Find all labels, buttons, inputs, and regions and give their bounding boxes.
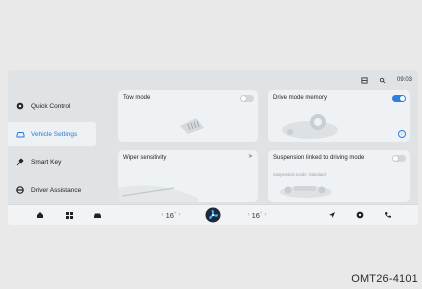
quick-control-icon (15, 101, 25, 111)
info-icon[interactable]: i (398, 130, 406, 138)
network-icon (361, 76, 369, 84)
car-icon (15, 129, 25, 139)
drive-mode-memory-card[interactable]: Drive mode memory i (268, 90, 410, 142)
drive-mode-memory-title: Drive mode memory (273, 95, 328, 101)
suspension-card[interactable]: Suspension linked to driving mode Suspen… (268, 150, 410, 202)
tow-hitch-illustration (180, 118, 204, 134)
degree-symbol: ° (173, 212, 177, 218)
home-icon[interactable] (33, 208, 47, 222)
navigation-arrow-icon[interactable] (325, 208, 339, 222)
right-temperature-value: 16 (251, 210, 260, 220)
tow-mode-toggle[interactable] (240, 95, 254, 102)
sidebar-item-driver-assistance[interactable]: Driver Assistance (8, 178, 96, 202)
wiper-sensitivity-title: Wiper sensitivity (123, 155, 167, 161)
bluetooth-icon (379, 76, 387, 84)
tow-mode-title: Tow mode (123, 95, 151, 101)
key-icon (15, 157, 25, 167)
windshield-wiper-illustration (118, 185, 198, 202)
chevron-right-icon: > (248, 154, 252, 160)
temp-decrease-button[interactable]: ‹ (162, 212, 164, 218)
wiper-sensitivity-card[interactable]: Wiper sensitivity > (118, 150, 258, 202)
infotainment-screen: 09:03 Quick Control Vehicle Settings Sma… (8, 70, 418, 225)
suspension-mode-subtitle: Suspension mode: Standard (273, 172, 326, 177)
left-temperature-control[interactable]: ‹ 16 ° › (148, 208, 194, 222)
right-temperature-control[interactable]: ‹ 16 ° › (234, 208, 280, 222)
degree-symbol: ° (259, 212, 263, 218)
sidebar: Quick Control Vehicle Settings Smart Key… (8, 92, 98, 194)
sidebar-item-quick-control[interactable]: Quick Control (8, 94, 96, 118)
sidebar-item-label: Driver Assistance (31, 186, 82, 194)
steering-wheel-icon (15, 185, 25, 195)
tow-mode-card[interactable]: Tow mode (118, 90, 258, 142)
temp-increase-button[interactable]: › (178, 212, 180, 218)
sidebar-item-label: Quick Control (31, 102, 71, 110)
figure-caption: OMT26-4101 (351, 273, 418, 285)
temp-increase-button[interactable]: › (264, 212, 266, 218)
sidebar-item-smart-key[interactable]: Smart Key (8, 150, 96, 174)
status-bar: 09:03 (361, 75, 412, 85)
suspension-toggle[interactable] (392, 155, 406, 162)
fan-icon[interactable] (204, 207, 222, 223)
media-icon[interactable] (353, 208, 367, 222)
left-temperature-value: 16 (165, 210, 174, 220)
clock: 09:03 (396, 77, 412, 83)
suspension-title: Suspension linked to driving mode (273, 155, 365, 161)
phone-icon[interactable] (381, 208, 395, 222)
suspension-illustration (280, 186, 332, 198)
car-icon[interactable] (90, 208, 104, 222)
sidebar-item-label: Vehicle Settings (31, 130, 78, 138)
sidebar-item-label: Smart Key (31, 158, 62, 166)
temp-decrease-button[interactable]: ‹ (248, 212, 250, 218)
drive-mode-memory-toggle[interactable] (392, 95, 406, 102)
apps-grid-icon[interactable] (62, 208, 76, 222)
sidebar-item-vehicle-settings[interactable]: Vehicle Settings (8, 122, 96, 146)
bottom-bar: ‹ 16 ° › ‹ 16 ° › (8, 204, 418, 225)
drive-mode-knob-illustration (282, 114, 338, 139)
